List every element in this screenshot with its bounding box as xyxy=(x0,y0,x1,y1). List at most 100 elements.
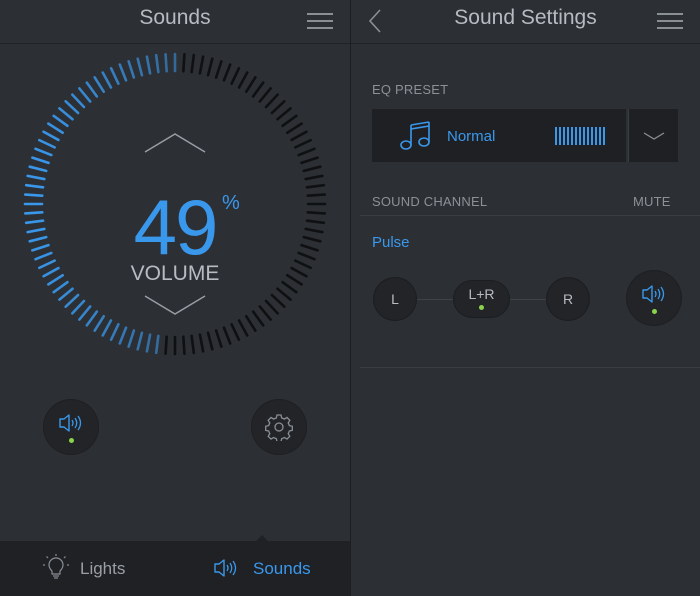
volume-tick xyxy=(237,71,249,89)
sound-settings-panel: Sound Settings EQ PRESET Normal SOUND CH… xyxy=(351,0,700,596)
eq-preset-dropdown-button[interactable] xyxy=(628,109,678,162)
volume-down-chevron-icon[interactable] xyxy=(143,294,207,316)
volume-tick xyxy=(297,147,316,157)
volume-tick xyxy=(300,156,319,165)
settings-header: Sound Settings xyxy=(351,0,700,44)
channel-right-button[interactable]: R xyxy=(547,278,589,320)
volume-tick xyxy=(198,333,205,353)
tab-lights[interactable]: Lights xyxy=(30,541,170,596)
speaker-icon xyxy=(59,414,82,432)
eq-preset-label: EQ PRESET xyxy=(372,82,449,97)
channel-source-name: Pulse xyxy=(372,234,410,251)
channel-left-label: L xyxy=(391,291,399,307)
speaker-toggle-button[interactable] xyxy=(44,400,98,454)
volume-tick xyxy=(214,329,223,348)
volume-tick-active xyxy=(164,52,168,73)
volume-tick-active xyxy=(154,334,160,355)
volume-tick-active xyxy=(85,310,99,327)
eq-preset-select[interactable]: Normal xyxy=(372,109,626,162)
volume-tick-active xyxy=(101,319,113,337)
volume-tick-active xyxy=(42,130,60,142)
volume-tick-active xyxy=(28,165,48,173)
channel-both-button[interactable]: L+R xyxy=(454,281,509,317)
volume-tick xyxy=(294,138,313,149)
menu-icon[interactable] xyxy=(657,11,683,31)
volume-tick xyxy=(258,87,272,103)
active-indicator xyxy=(652,309,657,314)
volume-tick-active xyxy=(58,287,74,301)
volume-tick xyxy=(182,52,186,73)
volume-tick-active xyxy=(34,147,53,157)
volume-tick xyxy=(264,93,279,109)
volume-tick-active xyxy=(118,326,128,345)
volume-tick-active xyxy=(145,55,152,75)
settings-button[interactable] xyxy=(252,400,306,454)
volume-tick-active xyxy=(118,63,128,82)
volume-tick xyxy=(206,57,214,77)
volume-tick-active xyxy=(136,57,144,77)
volume-tick xyxy=(206,331,214,351)
sound-channel-label: SOUND CHANNEL xyxy=(372,194,488,209)
volume-tick xyxy=(251,81,265,98)
volume-tick xyxy=(190,334,196,355)
speaker-icon xyxy=(214,559,237,577)
volume-tick-active xyxy=(52,114,69,128)
volume-tick-active xyxy=(31,156,50,165)
page-title: Sounds xyxy=(139,6,211,29)
volume-tick-active xyxy=(101,71,113,89)
volume-tick xyxy=(276,107,292,121)
volume-tick xyxy=(270,100,286,115)
volume-tick-active xyxy=(26,174,46,181)
tab-label-sounds: Sounds xyxy=(253,559,311,578)
channel-connector xyxy=(416,299,454,300)
volume-tick-active xyxy=(109,66,120,85)
chevron-down-icon xyxy=(643,132,665,140)
tab-sounds[interactable]: Sounds xyxy=(205,541,335,596)
volume-label: VOLUME xyxy=(130,262,220,285)
equalizer-bars-icon xyxy=(555,127,605,145)
volume-tick-active xyxy=(145,333,152,353)
volume-tick-active xyxy=(78,305,92,321)
volume-tick xyxy=(264,299,279,315)
volume-tick xyxy=(276,287,292,301)
volume-tick xyxy=(244,314,257,332)
volume-tick-active xyxy=(154,53,160,74)
gear-icon xyxy=(265,414,293,441)
volume-tick xyxy=(270,293,286,308)
volume-tick xyxy=(251,310,265,327)
volume-tick xyxy=(237,319,249,337)
channel-left-button[interactable]: L xyxy=(374,278,416,320)
channel-right-label: R xyxy=(562,291,574,307)
volume-tick xyxy=(222,326,232,345)
channel-both-label: L+R xyxy=(468,286,495,302)
volume-tick xyxy=(222,63,232,82)
volume-tick-active xyxy=(64,293,80,308)
menu-icon[interactable] xyxy=(307,11,333,31)
volume-tick xyxy=(164,335,168,356)
mute-toggle-button[interactable] xyxy=(627,271,681,325)
page-title: Sound Settings xyxy=(454,6,597,29)
volume-tick xyxy=(198,55,205,75)
eq-preset-name: Normal xyxy=(447,128,496,145)
mute-label: MUTE xyxy=(633,194,671,209)
volume-tick xyxy=(302,165,322,173)
volume-tick-active xyxy=(127,329,136,348)
volume-tick-active xyxy=(136,331,144,351)
lightbulb-icon xyxy=(43,554,69,579)
volume-tick xyxy=(285,122,303,135)
volume-tick-active xyxy=(71,93,86,109)
volume-tick-active xyxy=(127,60,136,79)
volume-tick-active xyxy=(93,314,106,332)
volume-up-chevron-icon[interactable] xyxy=(143,132,207,154)
volume-value: 49 xyxy=(133,183,219,271)
speaker-icon xyxy=(642,285,665,303)
tab-label-lights: Lights xyxy=(80,559,126,578)
sounds-header: Sounds xyxy=(0,0,350,44)
volume-tick xyxy=(230,66,241,85)
volume-tick xyxy=(230,323,241,342)
volume-tick-active xyxy=(71,299,86,315)
volume-tick-active xyxy=(85,81,99,98)
divider xyxy=(360,215,700,216)
volume-tick-active xyxy=(109,323,120,342)
volume-tick xyxy=(190,53,196,74)
